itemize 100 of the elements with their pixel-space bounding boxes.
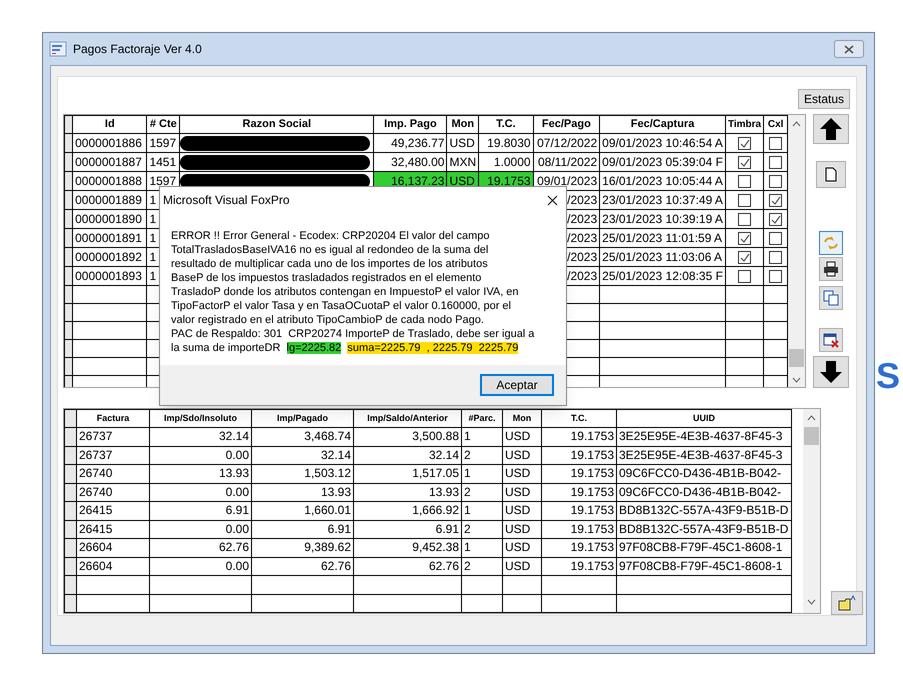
checkbox[interactable]: [769, 137, 782, 150]
column-header: # Cte: [146, 116, 180, 134]
table-cell: 23/01/2023 10:37:49 A: [600, 190, 726, 210]
document-icon: [825, 167, 837, 182]
table-cell: 62.76: [150, 538, 252, 557]
checkbox[interactable]: [769, 213, 782, 226]
table-cell: 07/12/2022: [533, 134, 600, 152]
checkbox[interactable]: [769, 270, 782, 284]
column-header: Factura: [76, 410, 150, 428]
table-cell: 19.1753: [542, 483, 616, 502]
checkbox[interactable]: [738, 137, 752, 150]
table-cell: 23/01/2023 10:39:19 A: [600, 210, 726, 228]
table-cell: 62.76: [354, 557, 462, 576]
close-button[interactable]: [834, 40, 864, 58]
table-cell: 26740: [76, 464, 150, 483]
column-header: Fec/Pago: [533, 116, 600, 134]
printer-icon: [823, 261, 839, 277]
table-cell: USD: [502, 446, 542, 464]
print-button[interactable]: [819, 257, 843, 281]
column-header: Imp/Saldo/Anterior: [354, 410, 462, 428]
table-cell: 25/01/2023 12:08:35 F: [600, 266, 726, 286]
checkbox[interactable]: [769, 232, 782, 246]
table-cell: 25/01/2023 11:01:59 A: [600, 228, 726, 248]
table-cell: 13.93: [150, 464, 252, 483]
checkbox[interactable]: [769, 175, 782, 188]
table-cell: 6.91: [252, 520, 354, 538]
table-cell: 1: [462, 428, 502, 446]
refresh-button[interactable]: [819, 231, 843, 255]
table-cell: USD: [502, 520, 542, 538]
table-cell: USD: [502, 483, 542, 502]
table-cell: USD: [502, 464, 542, 483]
checkbox[interactable]: [738, 251, 752, 264]
close-icon: [844, 44, 854, 54]
column-header: Mon: [502, 410, 542, 428]
table-cell: 0000001887: [72, 152, 147, 172]
move-up-button[interactable]: [813, 114, 849, 144]
checkbox[interactable]: [738, 213, 752, 226]
open-folder-button[interactable]: [831, 591, 863, 615]
table-cell: 19.1753: [542, 557, 616, 576]
table-cell: 1,660.01: [252, 502, 354, 520]
accept-button[interactable]: Aceptar: [480, 374, 554, 396]
table-cell: 16/01/2023 10:05:44 A: [600, 172, 726, 190]
scrollbar[interactable]: [803, 409, 820, 613]
table-cell: 19.1753: [542, 520, 616, 538]
table-cell: 26740: [76, 483, 150, 502]
table-cell: 09C6FCC0-D436-4B1B-B042-: [616, 483, 792, 502]
table-cell: 0.00: [150, 520, 252, 538]
checkbox[interactable]: [738, 270, 752, 284]
table-cell: 26604: [76, 557, 150, 576]
scroll-thumb[interactable]: [804, 427, 819, 445]
table-cell: 08/11/2022: [533, 152, 600, 172]
table-cell: 1,666.92: [354, 502, 462, 520]
column-header: Imp/Sdo/Insoluto: [150, 410, 252, 428]
checkbox[interactable]: [738, 175, 752, 188]
down-arrow-icon: [819, 360, 843, 384]
move-down-button[interactable]: [813, 356, 849, 388]
table-cell: BD8B132C-557A-43F9-B51B-D: [616, 502, 792, 520]
scroll-thumb[interactable]: [789, 349, 804, 367]
table-cell: 09/01/2023 10:46:54 A: [600, 134, 726, 152]
estatus-button[interactable]: Estatus: [798, 89, 850, 109]
table-cell: USD: [502, 502, 542, 520]
table-cell: 97F08CB8-F79F-45C1-8608-1: [616, 557, 792, 576]
checkbox[interactable]: [738, 156, 752, 170]
checkbox[interactable]: [738, 194, 752, 208]
checkbox[interactable]: [769, 194, 782, 208]
checkbox[interactable]: [769, 156, 782, 170]
table-cell: 6.91: [354, 520, 462, 538]
column-header: Imp/Pagado: [252, 410, 354, 428]
table-cell: 2: [462, 483, 502, 502]
table-cell: 32.14: [354, 446, 462, 464]
table-cell: 2: [462, 446, 502, 464]
column-header: UUID: [616, 410, 792, 428]
scrollbar[interactable]: [788, 115, 805, 387]
table-cell: 26737: [76, 446, 150, 464]
table-cell: 09C6FCC0-D436-4B1B-B042-: [616, 464, 792, 483]
column-header: Imp. Pago: [374, 116, 447, 134]
new-button[interactable]: [816, 161, 846, 188]
close-icon[interactable]: [547, 194, 558, 206]
table-cell: 26604: [76, 538, 150, 557]
table-cell: USD: [502, 557, 542, 576]
table-cell: 0000001886: [72, 134, 147, 152]
table-cell: 0000001889: [72, 190, 147, 210]
table-cell: 1,503.12: [252, 464, 354, 483]
table-cell: 26415: [76, 502, 150, 520]
background-text: S: [876, 358, 900, 394]
window-title: Pagos Factoraje Ver 4.0: [73, 41, 202, 58]
table-cell: 2: [462, 557, 502, 576]
table-cell: 0000001890: [72, 210, 147, 228]
checkbox[interactable]: [769, 251, 782, 264]
checkbox[interactable]: [738, 232, 752, 246]
delete-button[interactable]: [819, 328, 843, 352]
table-cell: USD: [502, 538, 542, 557]
table-cell: 26737: [76, 428, 150, 446]
table-cell: 9,452.38: [354, 538, 462, 557]
scroll-up-icon: [807, 415, 816, 421]
table-cell: 49,236.77: [374, 134, 447, 152]
table-cell: USD: [446, 134, 479, 152]
table-cell: 0.00: [150, 446, 252, 464]
copy-button[interactable]: [819, 286, 843, 310]
table-cell: USD: [502, 428, 542, 446]
